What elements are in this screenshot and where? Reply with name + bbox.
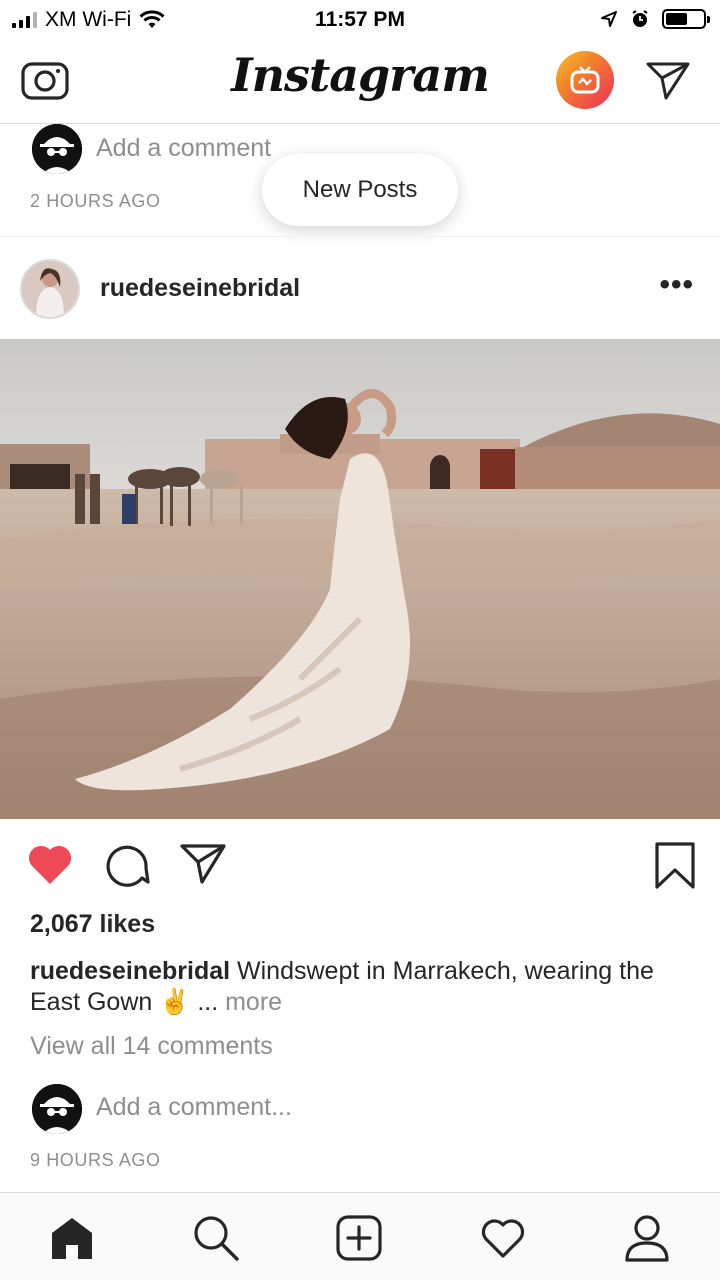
search-icon bbox=[194, 1216, 239, 1261]
post-photo[interactable] bbox=[0, 339, 720, 819]
caption-ellipsis: ... bbox=[190, 988, 226, 1016]
comment-icon[interactable] bbox=[102, 842, 150, 888]
share-paper-plane-icon[interactable] bbox=[180, 842, 228, 886]
app-header: Instagram bbox=[0, 40, 720, 124]
desert-bride-photo bbox=[0, 339, 720, 819]
spy-avatar-icon bbox=[32, 1084, 82, 1134]
search-tab[interactable] bbox=[191, 1213, 241, 1263]
new-post-tab[interactable] bbox=[334, 1213, 384, 1263]
status-right bbox=[600, 9, 710, 29]
location-arrow-icon bbox=[601, 11, 617, 27]
paper-plane-icon[interactable] bbox=[644, 58, 692, 102]
post-actions bbox=[0, 836, 720, 898]
like-heart-icon[interactable] bbox=[26, 842, 74, 886]
current-user-avatar bbox=[32, 1084, 82, 1134]
status-bar: XM Wi-Fi 11:57 PM bbox=[0, 0, 720, 40]
profile-tab[interactable] bbox=[622, 1213, 672, 1263]
more-options-icon[interactable]: ••• bbox=[659, 270, 694, 300]
add-post-icon bbox=[336, 1215, 382, 1261]
post-author-avatar[interactable] bbox=[20, 259, 80, 319]
caption-username[interactable]: ruedeseinebridal bbox=[30, 957, 230, 985]
battery-icon bbox=[662, 9, 710, 29]
caption-emoji: ✌️ bbox=[159, 988, 191, 1016]
new-posts-button[interactable]: New Posts bbox=[262, 154, 458, 226]
current-user-avatar bbox=[32, 124, 82, 174]
home-tab[interactable] bbox=[47, 1213, 97, 1263]
add-comment-input[interactable]: Add a comment bbox=[96, 134, 271, 163]
bride-avatar-image bbox=[22, 261, 78, 317]
caption-more-link[interactable]: more bbox=[225, 988, 282, 1016]
add-comment-input[interactable]: Add a comment... bbox=[96, 1093, 292, 1122]
post-timestamp: 2 HOURS AGO bbox=[30, 191, 161, 211]
profile-icon bbox=[625, 1215, 669, 1262]
spy-avatar-icon bbox=[32, 124, 82, 174]
activity-heart-icon bbox=[481, 1219, 525, 1258]
tv-icon bbox=[570, 66, 600, 94]
igtv-icon[interactable] bbox=[556, 51, 614, 109]
bottom-tab-bar bbox=[0, 1192, 720, 1280]
likes-count[interactable]: 2,067 likes bbox=[30, 910, 155, 939]
post-caption: ruedeseinebridal Windswept in Marrakech,… bbox=[30, 956, 700, 1018]
post-timestamp: 9 HOURS AGO bbox=[30, 1150, 161, 1170]
post-author-username[interactable]: ruedeseinebridal bbox=[100, 274, 300, 303]
alarm-clock-icon bbox=[632, 10, 648, 27]
home-icon bbox=[52, 1218, 92, 1259]
post-header: ruedeseinebridal ••• bbox=[0, 236, 720, 338]
activity-tab[interactable] bbox=[478, 1213, 528, 1263]
save-bookmark-icon[interactable] bbox=[654, 842, 696, 890]
view-all-comments-link[interactable]: View all 14 comments bbox=[30, 1032, 273, 1061]
